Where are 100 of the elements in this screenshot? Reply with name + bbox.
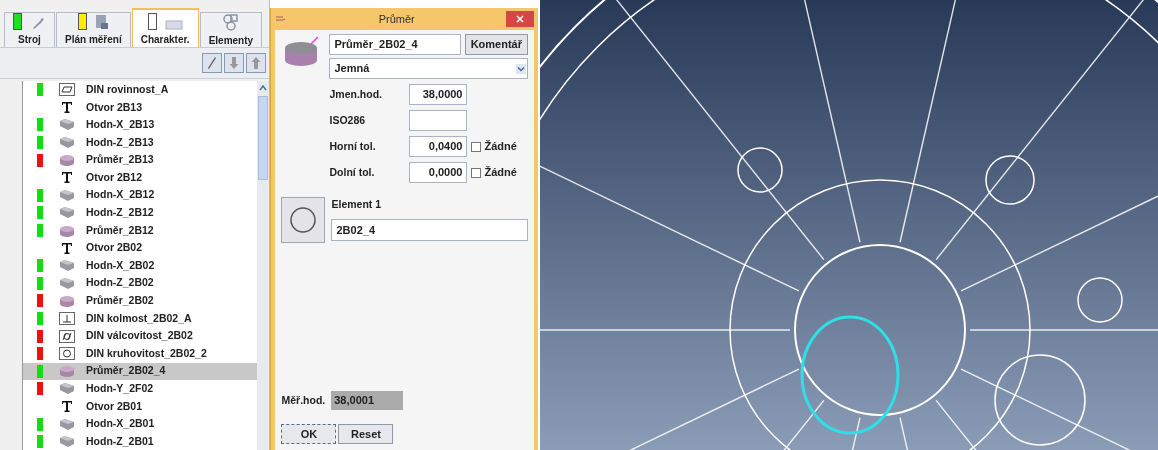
characteristic-item[interactable]: Otvor 2B01 bbox=[23, 397, 258, 416]
block-icon bbox=[59, 188, 75, 202]
block-icon bbox=[59, 276, 75, 290]
item-label: DIN kruhovitost_2B02_2 bbox=[86, 345, 207, 361]
item-label: Hodn-X_2B02 bbox=[86, 257, 155, 273]
characteristic-item[interactable]: DIN válcovitost_2B02 bbox=[23, 327, 258, 345]
field-label: Jmen.hod. bbox=[329, 86, 383, 102]
none-checkbox[interactable]: Žádné bbox=[471, 164, 517, 181]
cylinder-icon bbox=[59, 294, 75, 307]
item-label: Otvor 2B01 bbox=[86, 398, 143, 414]
characteristic-item[interactable]: Průměr_2B02 bbox=[23, 292, 258, 310]
characteristic-item[interactable]: Hodn-Y_2F02 bbox=[23, 380, 258, 398]
dialog-button[interactable]: Reset bbox=[338, 424, 394, 444]
item-label: DIN rovinnost_A bbox=[86, 81, 169, 97]
value-field[interactable] bbox=[409, 110, 468, 131]
value-field[interactable]: 0,0400 bbox=[409, 136, 468, 157]
grade-dropdown[interactable]: Jemná bbox=[329, 58, 528, 79]
pencil-icon bbox=[207, 56, 218, 70]
perpendicularity-icon bbox=[59, 312, 75, 325]
item-label: Hodn-Z_2B02 bbox=[86, 275, 154, 291]
item-label: Hodn-Z_2B12 bbox=[86, 205, 154, 221]
element-field[interactable]: 2B02_4 bbox=[331, 218, 528, 241]
move-up-button[interactable] bbox=[246, 53, 267, 73]
item-label: Průměr_2B02 bbox=[86, 293, 154, 309]
block-icon bbox=[59, 417, 75, 431]
edit-button[interactable] bbox=[202, 53, 223, 73]
characteristic-item[interactable]: Otvor 2B13 bbox=[23, 98, 258, 117]
item-label: Hodn-Z_2B01 bbox=[86, 433, 154, 449]
characteristic-item[interactable]: Hodn-X_2B02 bbox=[23, 256, 258, 275]
move-down-button[interactable] bbox=[224, 53, 245, 73]
comment-button[interactable]: Komentář bbox=[464, 34, 528, 55]
item-label: Hodn-Y_2F02 bbox=[86, 381, 154, 396]
element-button[interactable] bbox=[281, 197, 326, 243]
scroll-thumb[interactable] bbox=[258, 96, 269, 180]
text-icon bbox=[62, 401, 72, 412]
text-icon bbox=[62, 101, 72, 113]
dropdown-arrow-icon bbox=[516, 63, 526, 74]
value-field[interactable]: 0,0000 bbox=[409, 162, 468, 183]
document-icon bbox=[94, 14, 109, 30]
window-menu-icon bbox=[275, 15, 288, 23]
field-label: ISO286 bbox=[329, 112, 367, 128]
item-label: Otvor 2B13 bbox=[86, 99, 143, 115]
none-checkbox[interactable]: Žádné bbox=[471, 138, 517, 155]
shapes-icon bbox=[221, 13, 240, 31]
scroll-up-icon bbox=[259, 84, 268, 92]
characteristic-item[interactable]: Hodn-X_2B13 bbox=[23, 116, 258, 134]
circle-icon bbox=[289, 206, 318, 234]
tab[interactable]: Elementy bbox=[199, 12, 263, 47]
field-label: Dolní tol. bbox=[329, 164, 376, 180]
characteristic-item[interactable]: Hodn-Z_2B13 bbox=[23, 133, 258, 152]
item-label: DIN válcovitost_2B02 bbox=[86, 328, 193, 344]
cylinder-icon bbox=[59, 224, 75, 237]
tab[interactable]: Plán měření bbox=[56, 12, 131, 47]
text-icon bbox=[62, 242, 72, 254]
tab[interactable]: Stroj bbox=[4, 12, 55, 47]
down-arrow-icon bbox=[229, 56, 240, 70]
item-label: Hodn-X_2B12 bbox=[86, 187, 155, 203]
text-icon bbox=[62, 172, 72, 184]
tab[interactable]: Charakter. bbox=[131, 8, 199, 47]
characteristic-item[interactable]: Průměr_2B13 bbox=[23, 151, 258, 169]
item-label: Průměr_2B12 bbox=[86, 222, 154, 238]
cylinder-icon bbox=[59, 365, 75, 378]
block-icon bbox=[59, 259, 75, 273]
block-icon bbox=[59, 118, 75, 132]
item-label: Otvor 2B12 bbox=[86, 169, 143, 185]
cylindricity-icon bbox=[59, 329, 75, 343]
item-label: Průměr_2B13 bbox=[86, 152, 154, 168]
element-label: Element 1 bbox=[331, 197, 383, 212]
characteristic-item[interactable]: Hodn-Z_2B01 bbox=[23, 432, 258, 450]
window-title: Průměr bbox=[378, 11, 415, 27]
item-label: Hodn-Z_2B13 bbox=[86, 134, 154, 150]
close-button[interactable] bbox=[506, 11, 534, 27]
name-field[interactable]: Průměr_2B02_4 bbox=[329, 34, 461, 55]
block-icon bbox=[59, 382, 75, 396]
item-label: Průměr_2B02_4 bbox=[86, 363, 166, 379]
measured-label: Měř.hod. bbox=[281, 392, 326, 408]
measured-field: 38,0001 bbox=[331, 391, 404, 410]
item-label: Hodn-X_2B13 bbox=[86, 117, 155, 133]
characteristic-item[interactable]: Průměr_2B12 bbox=[23, 221, 258, 240]
characteristic-item[interactable]: Hodn-Z_2B02 bbox=[23, 274, 258, 293]
item-label: Otvor 2B02 bbox=[86, 240, 143, 256]
characteristic-item[interactable]: Průměr_2B02_4 bbox=[23, 362, 258, 381]
cylinder-icon bbox=[59, 154, 75, 167]
block-icon bbox=[59, 206, 75, 220]
characteristic-item[interactable]: Hodn-X_2B12 bbox=[23, 186, 258, 205]
characteristic-item[interactable]: Otvor 2B12 bbox=[23, 168, 258, 187]
characteristic-item[interactable]: Otvor 2B02 bbox=[23, 239, 258, 257]
block-icon bbox=[59, 136, 75, 150]
scrollbar[interactable] bbox=[257, 81, 270, 450]
up-arrow-icon bbox=[251, 56, 262, 70]
characteristic-item[interactable]: Hodn-Z_2B12 bbox=[23, 204, 258, 222]
characteristic-item[interactable]: Hodn-X_2B01 bbox=[23, 415, 258, 433]
characteristic-item[interactable]: DIN kruhovitost_2B02_2 bbox=[23, 344, 258, 363]
characteristic-item[interactable]: DIN kolmost_2B02_A bbox=[23, 309, 258, 328]
item-label: DIN kolmost_2B02_A bbox=[86, 310, 192, 326]
characteristic-item[interactable]: DIN rovinnost_A bbox=[23, 81, 258, 99]
item-label: Hodn-X_2B01 bbox=[86, 416, 155, 432]
value-field[interactable]: 38,0000 bbox=[409, 84, 468, 105]
close-icon bbox=[516, 15, 524, 23]
dialog-button[interactable]: OK bbox=[281, 424, 337, 444]
